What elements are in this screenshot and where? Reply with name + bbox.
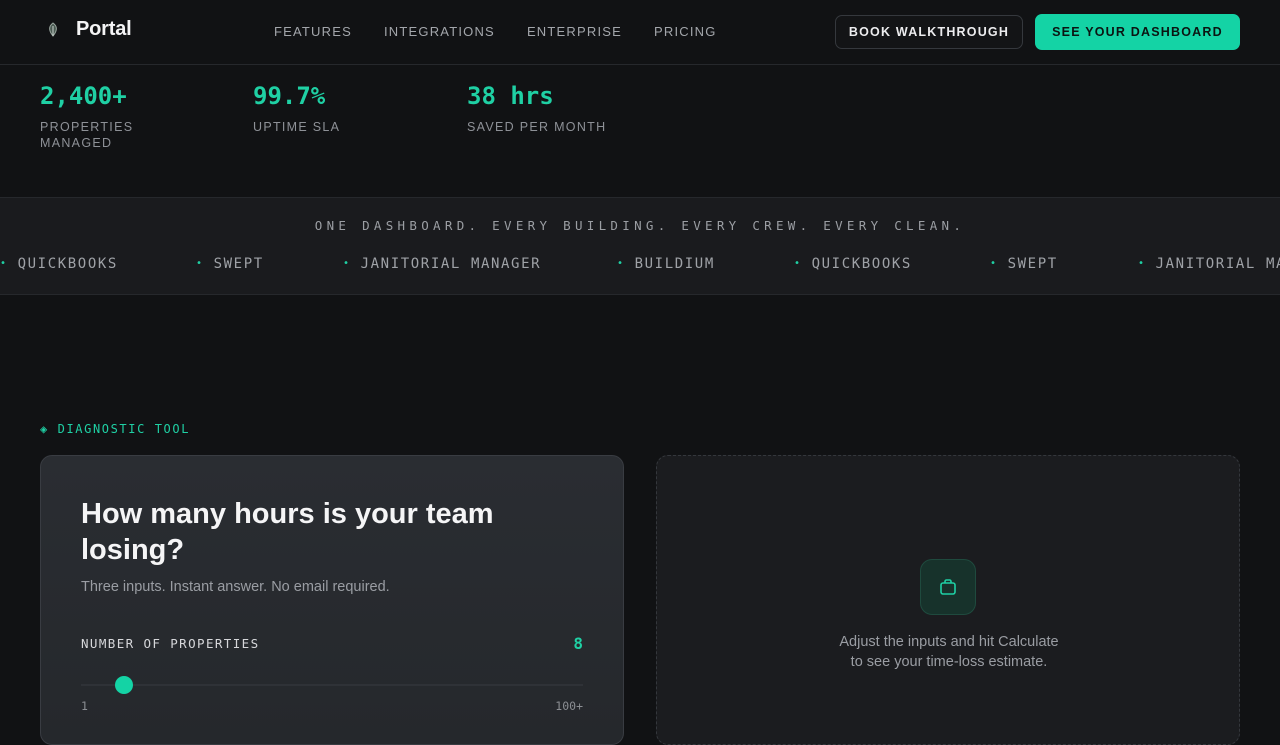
slider-max-label: 100+ (555, 699, 583, 713)
bullet-icon: • (794, 258, 802, 269)
nav-link-pricing[interactable]: PRICING (654, 24, 717, 39)
empty-state-line: to see your time-loss estimate. (850, 654, 1048, 670)
bullet-icon: • (990, 258, 998, 269)
stat-label-line: PROPERTIES (40, 120, 134, 134)
empty-state-line: Adjust the inputs and hit Calculate (839, 634, 1059, 650)
briefcase-icon (940, 579, 956, 595)
marquee-item: • QUICKBOOKS (794, 256, 912, 272)
leaf-icon (49, 21, 57, 37)
stat-uptime: 99.7% UPTIME SLA (253, 82, 340, 135)
nav-link-enterprise[interactable]: ENTERPRISE (527, 24, 622, 39)
stat-label-line: UPTIME SLA (253, 120, 341, 134)
bullet-icon: • (0, 258, 8, 269)
stat-value: 38 hrs (467, 82, 554, 110)
empty-state-text: Adjust the inputs and hit Calculate to s… (657, 632, 1241, 672)
marquee-item: • SWEPT (196, 256, 264, 272)
nav-links: FEATURES INTEGRATIONS ENTERPRISE PRICING (274, 24, 717, 39)
bullet-icon: • (617, 258, 625, 269)
marquee-item: • QUICKBOOKS (0, 256, 118, 272)
bullet-icon: • (1138, 258, 1146, 269)
stat-value: 99.7% (253, 82, 326, 110)
empty-state-icon-box (920, 559, 976, 615)
diagnostic-result-card: Adjust the inputs and hit Calculate to s… (656, 455, 1240, 745)
slider-track[interactable] (81, 684, 583, 686)
bullet-icon: • (196, 258, 204, 269)
stat-hours-saved: 38 hrs SAVED PER MONTH (467, 82, 606, 135)
marquee-item: •JANITORIAL MANAGER (1138, 256, 1280, 272)
band-tagline: ONE DASHBOARD. EVERY BUILDING. EVERY CRE… (314, 218, 966, 233)
stat-properties: 2,400+ PROPERTIES MANAGED (40, 82, 133, 151)
stat-label-line: SAVED PER MONTH (467, 120, 607, 134)
properties-slider[interactable] (81, 676, 583, 694)
nav-link-features[interactable]: FEATURES (274, 24, 352, 39)
card-title: How many hours is your team losing? (81, 498, 494, 566)
top-nav: Portal FEATURES INTEGRATIONS ENTERPRISE … (0, 0, 1280, 65)
brand-name: Portal (76, 18, 132, 40)
bullet-icon: • (343, 258, 351, 269)
stat-label: SAVED PER MONTH (467, 119, 606, 135)
slider-thumb[interactable] (114, 676, 133, 694)
integrations-band: ONE DASHBOARD. EVERY BUILDING. EVERY CRE… (0, 197, 1280, 295)
properties-field-label: NUMBER OF PROPERTIES (81, 636, 260, 651)
book-walkthrough-button[interactable]: BOOK WALKTHROUGH (835, 15, 1023, 49)
marquee-item: •JANITORIAL MANAGER (343, 256, 542, 272)
marquee-item: • BUILDIUM (617, 256, 715, 272)
diagnostic-input-card: How many hours is your team losing? Thre… (40, 455, 624, 745)
diagnostic-eyebrow: ◈ DIAGNOSTIC TOOL (40, 422, 191, 436)
slider-min-label: 1 (81, 699, 88, 713)
nav-link-integrations[interactable]: INTEGRATIONS (384, 24, 495, 39)
see-dashboard-button[interactable]: SEE YOUR DASHBOARD (1035, 14, 1240, 50)
stat-value: 2,400+ (40, 82, 127, 110)
properties-field-value: 8 (573, 634, 583, 653)
marquee-item: • SWEPT (990, 256, 1058, 272)
stat-label: PROPERTIES MANAGED (40, 119, 133, 151)
card-subtitle: Three inputs. Instant answer. No email r… (81, 579, 390, 595)
stat-label-line: MANAGED (40, 136, 113, 150)
brand[interactable]: Portal (44, 18, 132, 41)
stat-label: UPTIME SLA (253, 119, 340, 135)
